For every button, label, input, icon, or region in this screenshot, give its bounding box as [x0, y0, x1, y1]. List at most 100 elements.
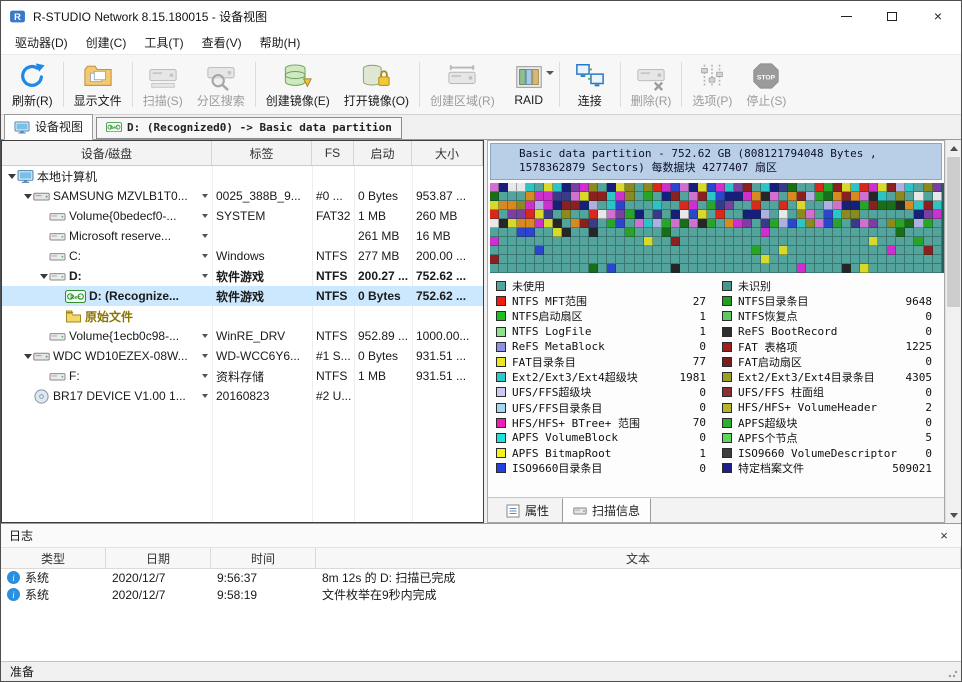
tree-row-7[interactable]: 原始文件: [2, 306, 483, 326]
log-close-button[interactable]: ×: [935, 528, 953, 543]
column-header-3[interactable]: 启动: [354, 141, 412, 165]
log-column-header-2[interactable]: 时间: [211, 548, 316, 568]
combo-arrow-icon[interactable]: [202, 334, 208, 338]
map-cell: [869, 264, 878, 273]
legend-swatch: [496, 448, 506, 458]
map-cell: [698, 210, 707, 219]
tree-row-8[interactable]: Volume{1ecb0c98-...WinRE_DRVNTFS952.89 .…: [2, 326, 483, 346]
map-cell: [671, 219, 680, 228]
stop-icon: STOP: [751, 61, 781, 91]
column-header-0[interactable]: 设备/磁盘: [2, 141, 212, 165]
map-cell: [824, 219, 833, 228]
refresh-button[interactable]: 刷新(R): [5, 57, 60, 112]
tree-row-5[interactable]: D:软件游戏NTFS200.27 ...752.62 ...: [2, 266, 483, 286]
block-map[interactable]: [490, 183, 944, 273]
minimize-button[interactable]: [823, 1, 869, 31]
tab-properties[interactable]: 属性: [496, 499, 559, 523]
expander-icon[interactable]: [6, 174, 17, 179]
map-cell: [924, 201, 933, 210]
tree-row-1[interactable]: SAMSUNG MZVLB1T0...0025_388B_9...#0 ...0…: [2, 186, 483, 206]
legend-swatch: [496, 327, 506, 337]
map-cell: [616, 255, 625, 264]
legend-item-right-5: FAT启动扇区0: [722, 356, 938, 368]
map-cell: [815, 201, 824, 210]
map-cell: [689, 210, 698, 219]
tab-recognized-partition[interactable]: RecD: (Recognized0) -> Basic data partit…: [96, 117, 402, 139]
map-cell: [824, 264, 833, 273]
right-scrollbar[interactable]: [945, 140, 961, 523]
column-header-2[interactable]: FS: [312, 141, 354, 165]
scroll-down-icon[interactable]: [946, 507, 962, 523]
map-cell: [653, 210, 662, 219]
toolbar-separator: [681, 62, 682, 107]
show-files-button[interactable]: 显示文件: [67, 57, 129, 112]
maximize-button[interactable]: [869, 1, 915, 31]
open-image-button[interactable]: 打开镜像(O): [337, 57, 416, 112]
map-cell: [725, 255, 734, 264]
resize-grip[interactable]: [948, 668, 958, 678]
combo-arrow-icon[interactable]: [202, 214, 208, 218]
map-cell: [535, 264, 544, 273]
log-column-header-0[interactable]: 类型: [1, 548, 106, 568]
map-cell: [860, 201, 869, 210]
tree-row-2[interactable]: Volume{0bedecf0-...SYSTEMFAT321 MB260 MB: [2, 206, 483, 226]
dropdown-arrow-icon[interactable]: [546, 71, 554, 75]
tree-row-4[interactable]: C:WindowsNTFS277 MB200.00 ...: [2, 246, 483, 266]
combo-arrow-icon[interactable]: [202, 274, 208, 278]
tab-scan-info[interactable]: 扫描信息: [562, 498, 651, 523]
menu-item-4[interactable]: 帮助(H): [251, 30, 310, 55]
combo-arrow-icon[interactable]: [202, 394, 208, 398]
map-cell: [734, 228, 743, 237]
device-name-cell: BR17 DEVICE V1.00 1...: [2, 386, 212, 406]
column-header-1[interactable]: 标签: [212, 141, 312, 165]
map-cell: [625, 237, 634, 246]
tree-row-11[interactable]: BR17 DEVICE V1.00 1...20160823#2 U...: [2, 386, 483, 406]
map-cell: [860, 246, 869, 255]
tree-row-6[interactable]: RecD: (Recognize...软件游戏NTFS0 Bytes752.62…: [2, 286, 483, 306]
svg-text:R: R: [14, 12, 21, 23]
create-image-button[interactable]: 创建镜像(E): [259, 57, 337, 112]
expander-icon[interactable]: [38, 274, 49, 279]
log-column-header-1[interactable]: 日期: [106, 548, 211, 568]
log-column-header-3[interactable]: 文本: [316, 548, 961, 568]
raid-button[interactable]: RAID: [502, 57, 556, 112]
connect-button[interactable]: 连接: [563, 57, 617, 112]
start-cell: [354, 166, 412, 186]
tree-row-0[interactable]: 本地计算机: [2, 166, 483, 186]
menu-item-3[interactable]: 查看(V): [193, 30, 251, 55]
tree-indent: [4, 276, 38, 277]
expander-icon[interactable]: [22, 354, 33, 359]
combo-arrow-icon[interactable]: [202, 194, 208, 198]
scrollbar-thumb[interactable]: [947, 157, 960, 307]
tree-row-10[interactable]: F:资料存储NTFS1 MB931.51 ...: [2, 366, 483, 386]
tree-row-3[interactable]: Microsoft reserve...261 MB16 MB: [2, 226, 483, 246]
map-cell: [878, 264, 887, 273]
window-title: R-STUDIO Network 8.15.180015 - 设备视图: [33, 8, 267, 25]
menu-item-0[interactable]: 驱动器(D): [6, 30, 77, 55]
map-cell: [499, 228, 508, 237]
legend-label: NTFS MFT范围: [512, 293, 587, 309]
map-cell: [770, 183, 779, 192]
tab-device-view[interactable]: 设备视图: [4, 114, 93, 140]
map-cell: [671, 237, 680, 246]
map-cell: [662, 219, 671, 228]
map-cell: [806, 228, 815, 237]
legend-swatch: [722, 433, 732, 443]
scroll-up-icon[interactable]: [946, 140, 962, 156]
legend-item-right-8: HFS/HFS+ VolumeHeader2: [722, 402, 938, 414]
combo-arrow-icon[interactable]: [202, 254, 208, 258]
log-row-0[interactable]: i系统2020/12/79:56:378m 12s 的 D: 扫描已完成: [1, 569, 961, 586]
combo-arrow-icon[interactable]: [202, 234, 208, 238]
menu-item-1[interactable]: 创建(C): [77, 30, 136, 55]
menu-item-2[interactable]: 工具(T): [135, 30, 192, 55]
map-cell: [644, 201, 653, 210]
legend-swatch: [722, 357, 732, 367]
log-row-1[interactable]: i系统2020/12/79:58:19文件枚举在9秒内完成: [1, 586, 961, 603]
legend-item-left-2: NTFS启动扇区1: [496, 310, 712, 322]
tree-row-9[interactable]: WDC WD10EZEX-08W...WD-WCC6Y6...#1 S...0 …: [2, 346, 483, 366]
close-button[interactable]: ×: [915, 1, 961, 31]
expander-icon[interactable]: [22, 194, 33, 199]
combo-arrow-icon[interactable]: [202, 374, 208, 378]
combo-arrow-icon[interactable]: [202, 354, 208, 358]
column-header-4[interactable]: 大小: [412, 141, 483, 165]
